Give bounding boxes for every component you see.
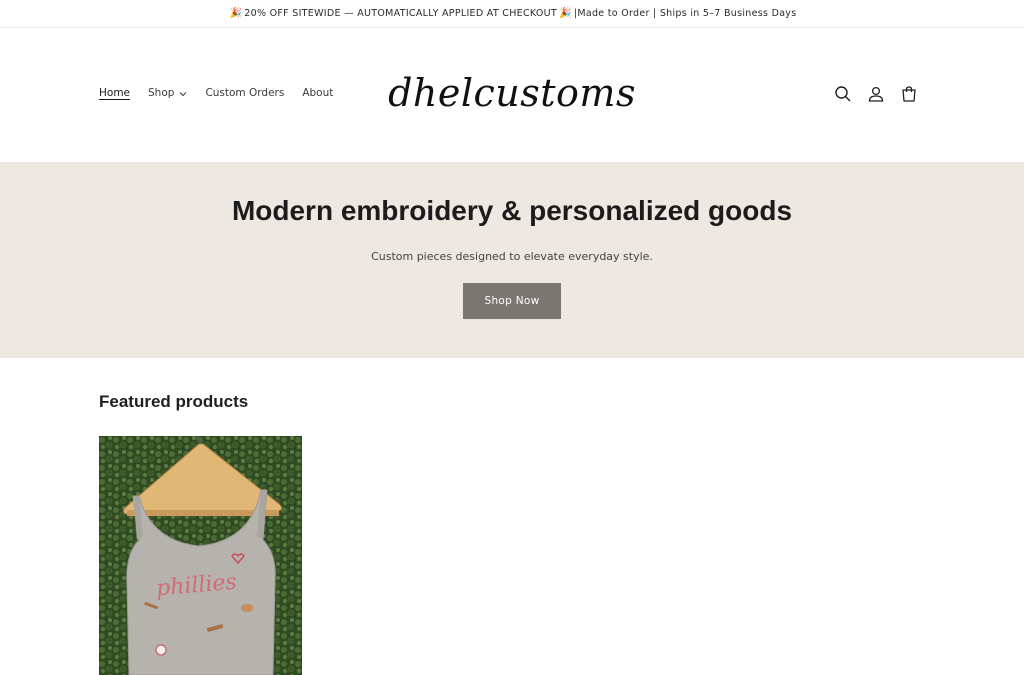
hero-title: Modern embroidery & personalized goods: [231, 195, 793, 226]
cart-icon[interactable]: [899, 84, 919, 104]
announcement-bar: 🎉 20% OFF SITEWIDE — AUTOMATICALLY APPLI…: [0, 0, 1024, 28]
site-header: Home Shop Custom Orders About dhelcustom…: [0, 29, 1024, 162]
product-image: phillies: [99, 436, 302, 675]
chevron-down-icon: [179, 90, 187, 99]
main-nav: Home Shop Custom Orders About: [99, 87, 351, 99]
nav-about[interactable]: About: [302, 87, 333, 99]
search-icon[interactable]: [833, 84, 853, 104]
site-logo[interactable]: dhelcustoms: [388, 63, 635, 123]
product-card[interactable]: phillies: [99, 436, 302, 675]
featured-products-heading: Featured products: [99, 392, 249, 411]
hero-banner: Modern embroidery & personalized goods C…: [0, 162, 1024, 358]
nav-shop[interactable]: Shop: [148, 87, 187, 99]
announcement-shipping-text: Made to Order | Ships in 5–7 Business Da…: [577, 8, 797, 19]
nav-shop-label: Shop: [148, 87, 175, 99]
nav-home[interactable]: Home: [99, 87, 130, 99]
shop-now-button[interactable]: Shop Now: [463, 283, 561, 319]
header-icons: [833, 84, 919, 104]
announcement-promo-text: 20% OFF SITEWIDE — AUTOMATICALLY APPLIED…: [244, 8, 558, 19]
nav-custom-orders[interactable]: Custom Orders: [205, 87, 284, 99]
hero-subtitle: Custom pieces designed to elevate everyd…: [371, 250, 653, 263]
party-emoji-icon: 🎉: [559, 8, 572, 19]
account-icon[interactable]: [866, 84, 886, 104]
party-emoji-icon: 🎉: [229, 8, 243, 19]
